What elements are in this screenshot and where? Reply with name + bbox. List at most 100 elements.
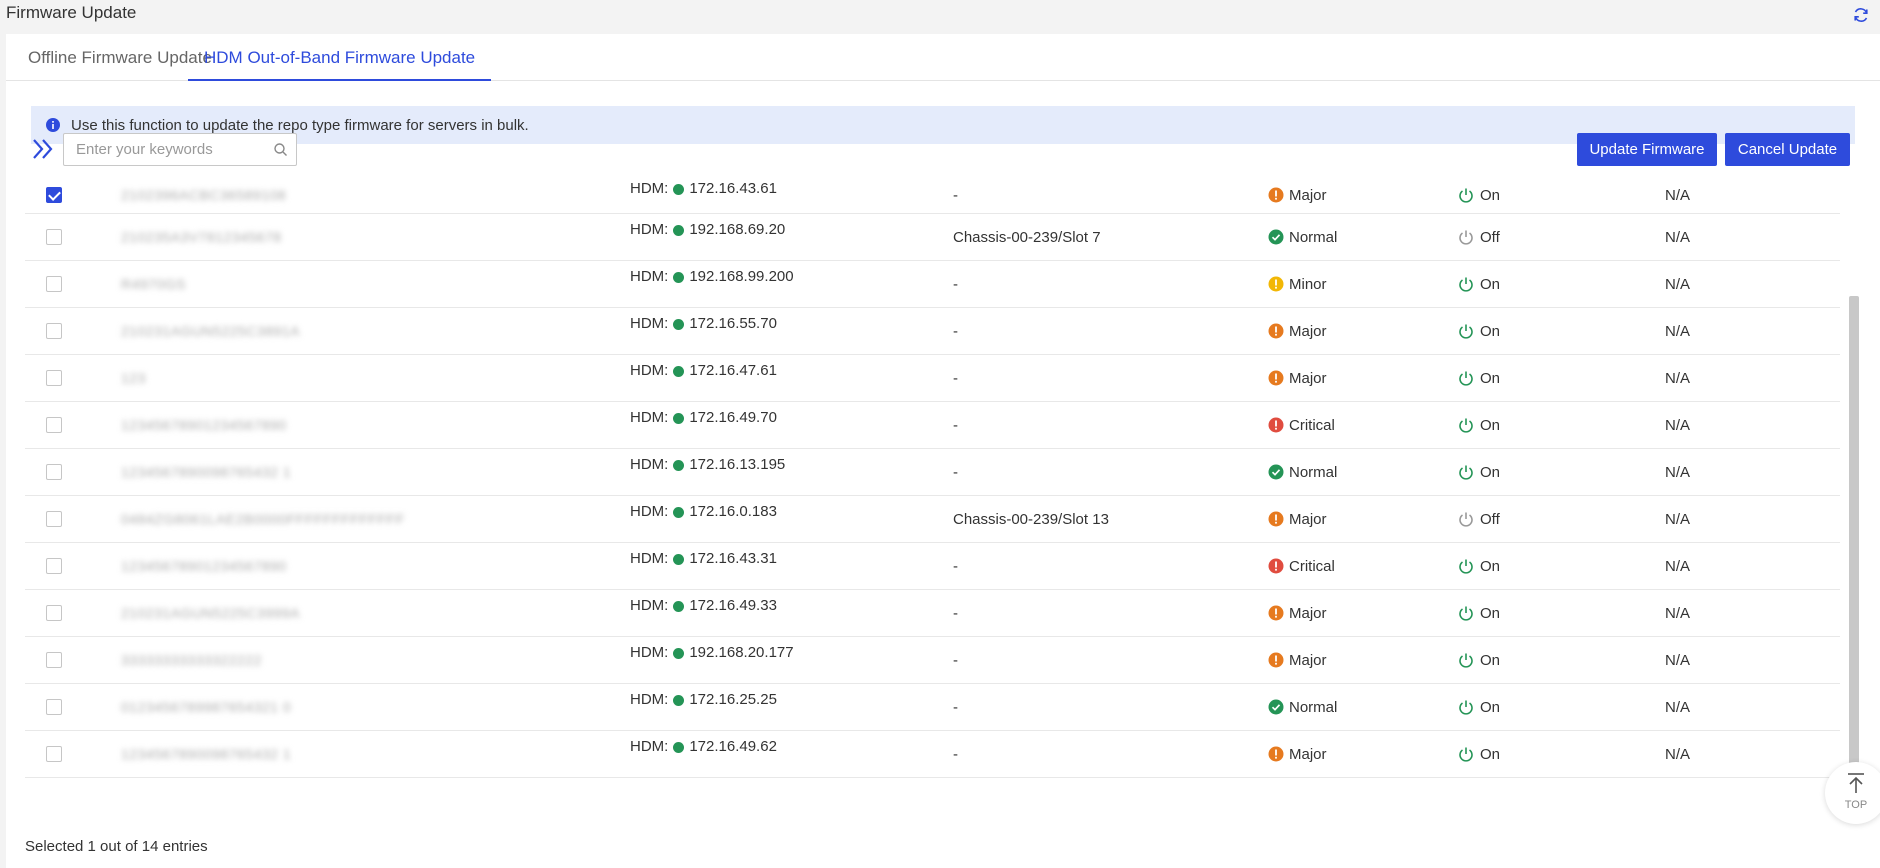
row-checkbox[interactable] <box>46 402 62 448</box>
health-status-label: Normal <box>1289 463 1338 481</box>
status-major-icon <box>1268 187 1284 203</box>
row-checkbox[interactable] <box>46 214 62 260</box>
cancel-update-button[interactable]: Cancel Update <box>1725 133 1850 166</box>
ip-address[interactable]: 192.168.69.20 <box>689 221 785 238</box>
ip-address[interactable]: 192.168.20.177 <box>689 644 793 661</box>
ip-address[interactable]: 172.16.43.61 <box>689 180 777 197</box>
health-status-cell: Major <box>1268 177 1327 213</box>
table-row[interactable]: 210235A3V7812345678 HDM: 192.168.69.20 Chas… <box>25 214 1840 261</box>
back-to-top-button[interactable]: TOP <box>1825 762 1880 824</box>
ip-address[interactable]: 172.16.49.70 <box>689 409 777 426</box>
power-on-icon <box>1459 606 1473 621</box>
update-firmware-button[interactable]: Update Firmware <box>1577 133 1717 166</box>
table-row[interactable]: 2102396ACBC36589108 HDM: 172.16.43.61 - Majo… <box>25 177 1840 214</box>
table-row[interactable]: 210231AGUN5225C3999A HDM: 172.16.49.33 - Maj… <box>25 590 1840 637</box>
table-row[interactable]: 0123456789987654321 0 HDM: 172.16.25.25 - No… <box>25 684 1840 731</box>
ip-address[interactable]: 172.16.0.183 <box>689 503 777 520</box>
hdm-ip-cell[interactable]: HDM: 172.16.49.33 <box>630 590 777 636</box>
expand-sidebar-icon[interactable] <box>28 135 60 163</box>
arrow-up-icon <box>1848 773 1864 793</box>
table-scrollbar[interactable] <box>1849 296 1859 766</box>
table-row[interactable]: 1234567890098765432 1 HDM: 172.16.13.195 - N… <box>25 449 1840 496</box>
row-checkbox[interactable] <box>46 308 62 354</box>
connection-status-dot <box>673 507 685 518</box>
location-cell: Chassis-00-239/Slot 7 <box>953 228 1101 246</box>
search-icon[interactable] <box>273 142 288 157</box>
location-cell: - <box>953 745 958 763</box>
table-row[interactable]: 1234567890098765432 1 HDM: 172.16.49.62 - Ma… <box>25 731 1840 778</box>
table-row[interactable]: R4970GS HDM: 192.168.99.200 - Minor On N/A <box>25 261 1840 308</box>
hdm-ip-cell[interactable]: HDM: 172.16.49.62 <box>630 731 777 777</box>
hdm-ip-cell[interactable]: HDM: 172.16.25.25 <box>630 684 777 730</box>
row-checkbox[interactable] <box>46 449 62 495</box>
hdm-ip-cell[interactable]: HDM: 192.168.69.20 <box>630 214 785 260</box>
health-status-cell: Critical <box>1268 543 1335 589</box>
row-checkbox[interactable] <box>46 637 62 683</box>
hdm-ip-cell[interactable]: HDM: 192.168.20.177 <box>630 637 794 683</box>
connection-status-dot <box>673 184 685 195</box>
health-status-label: Major <box>1289 745 1327 763</box>
table-row[interactable]: 33333333333322222 HDM: 192.168.20.177 - Majo… <box>25 637 1840 684</box>
health-status-cell: Normal <box>1268 684 1337 730</box>
ip-prefix: HDM: <box>630 550 669 567</box>
power-status-label: On <box>1480 651 1501 669</box>
table-row[interactable]: 210231AGUN5225C3891A HDM: 172.16.55.70 - Maj… <box>25 308 1840 355</box>
status-major-icon <box>1268 605 1284 621</box>
status-critical-icon <box>1268 558 1284 574</box>
ip-address[interactable]: 192.168.99.200 <box>689 268 793 285</box>
health-status-cell: Major <box>1268 590 1327 636</box>
page-title: Firmware Update <box>6 3 137 22</box>
row-checkbox[interactable] <box>46 261 62 307</box>
hdm-ip-cell[interactable]: HDM: 192.168.99.200 <box>630 261 794 307</box>
row-checkbox[interactable] <box>46 177 62 213</box>
row-checkbox[interactable] <box>46 496 62 542</box>
power-on-icon <box>1459 700 1473 715</box>
ip-address[interactable]: 172.16.49.62 <box>689 738 777 755</box>
row-checkbox[interactable] <box>46 355 62 401</box>
ip-prefix: HDM: <box>630 456 669 473</box>
refresh-icon[interactable] <box>1852 6 1870 24</box>
ip-address[interactable]: 172.16.25.25 <box>689 691 777 708</box>
ip-address[interactable]: 172.16.47.61 <box>689 362 777 379</box>
table-row[interactable]: 12345678901234567890 HDM: 172.16.43.31 - Cri… <box>25 543 1840 590</box>
health-status-cell: Major <box>1268 496 1327 542</box>
server-name: 12345678901234567890 <box>121 558 287 574</box>
row-checkbox[interactable] <box>46 684 62 730</box>
ip-address[interactable]: 172.16.43.31 <box>689 550 777 567</box>
hdm-ip-cell[interactable]: HDM: 172.16.43.31 <box>630 543 777 589</box>
table-row[interactable]: 0484ZG8061LAE2B0000FFFFFFFFFFFFF HDM: 172.… <box>25 496 1840 543</box>
hdm-ip-cell[interactable]: HDM: 172.16.0.183 <box>630 496 777 542</box>
ip-address[interactable]: 172.16.55.70 <box>689 315 777 332</box>
tab-hdm-out-of-band-firmware-update[interactable]: HDM Out-of-Band Firmware Update <box>188 34 492 81</box>
row-checkbox[interactable] <box>46 590 62 636</box>
power-off-icon <box>1459 230 1473 245</box>
hdm-ip-cell[interactable]: HDM: 172.16.47.61 <box>630 355 777 401</box>
server-name: 0484ZG8061LAE2B0000FFFFFFFFFFFFF <box>121 511 405 527</box>
ip-address[interactable]: 172.16.49.33 <box>689 597 777 614</box>
power-status-label: On <box>1480 369 1501 387</box>
info-icon <box>46 118 60 132</box>
hdm-ip-cell[interactable]: HDM: 172.16.55.70 <box>630 308 777 354</box>
hdm-ip-cell[interactable]: HDM: 172.16.13.195 <box>630 449 785 495</box>
ip-address[interactable]: 172.16.13.195 <box>689 456 785 473</box>
server-name: 33333333333322222 <box>121 652 262 668</box>
hdm-ip-cell[interactable]: HDM: 172.16.49.70 <box>630 402 777 448</box>
table-row[interactable]: 12345678901234567890 HDM: 172.16.49.70 - Cri… <box>25 402 1840 449</box>
power-status-label: On <box>1480 604 1501 622</box>
connection-status-dot <box>673 366 685 377</box>
hdm-ip-cell[interactable]: HDM: 172.16.43.61 <box>630 177 777 213</box>
row-checkbox[interactable] <box>46 543 62 589</box>
row-checkbox[interactable] <box>46 731 62 777</box>
location-cell: - <box>953 698 958 716</box>
health-status-label: Normal <box>1289 698 1338 716</box>
power-on-icon <box>1459 559 1473 574</box>
table-row[interactable]: 123 HDM: 172.16.47.61 - Major On N/A <box>25 355 1840 402</box>
location-cell: - <box>953 604 958 622</box>
server-name: 1234567890098765432 1 <box>121 464 292 480</box>
power-on-icon <box>1459 324 1473 339</box>
power-on-icon <box>1459 188 1473 203</box>
power-status-label: On <box>1480 745 1501 763</box>
search-input[interactable] <box>64 134 254 165</box>
server-name: 210231AGUN5225C3891A <box>121 323 300 339</box>
status-major-icon <box>1268 746 1284 762</box>
